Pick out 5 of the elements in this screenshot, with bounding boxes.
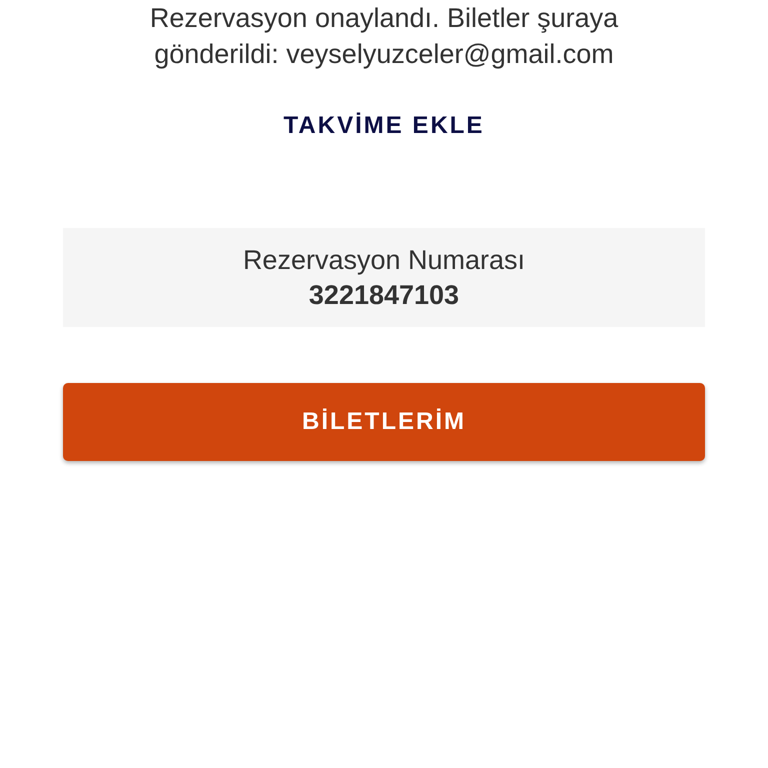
my-tickets-button[interactable]: BİLETLERİM [63, 383, 705, 461]
reservation-number: 3221847103 [308, 278, 460, 312]
reservation-label: Rezervasyon Numarası [242, 244, 526, 276]
confirmation-message: Rezervasyon onaylandı. Biletler şuraya gönderildi: veyselyuzceler@gmail.com [148, 2, 620, 71]
add-to-calendar-link[interactable]: TAKVİME EKLE [276, 108, 492, 144]
